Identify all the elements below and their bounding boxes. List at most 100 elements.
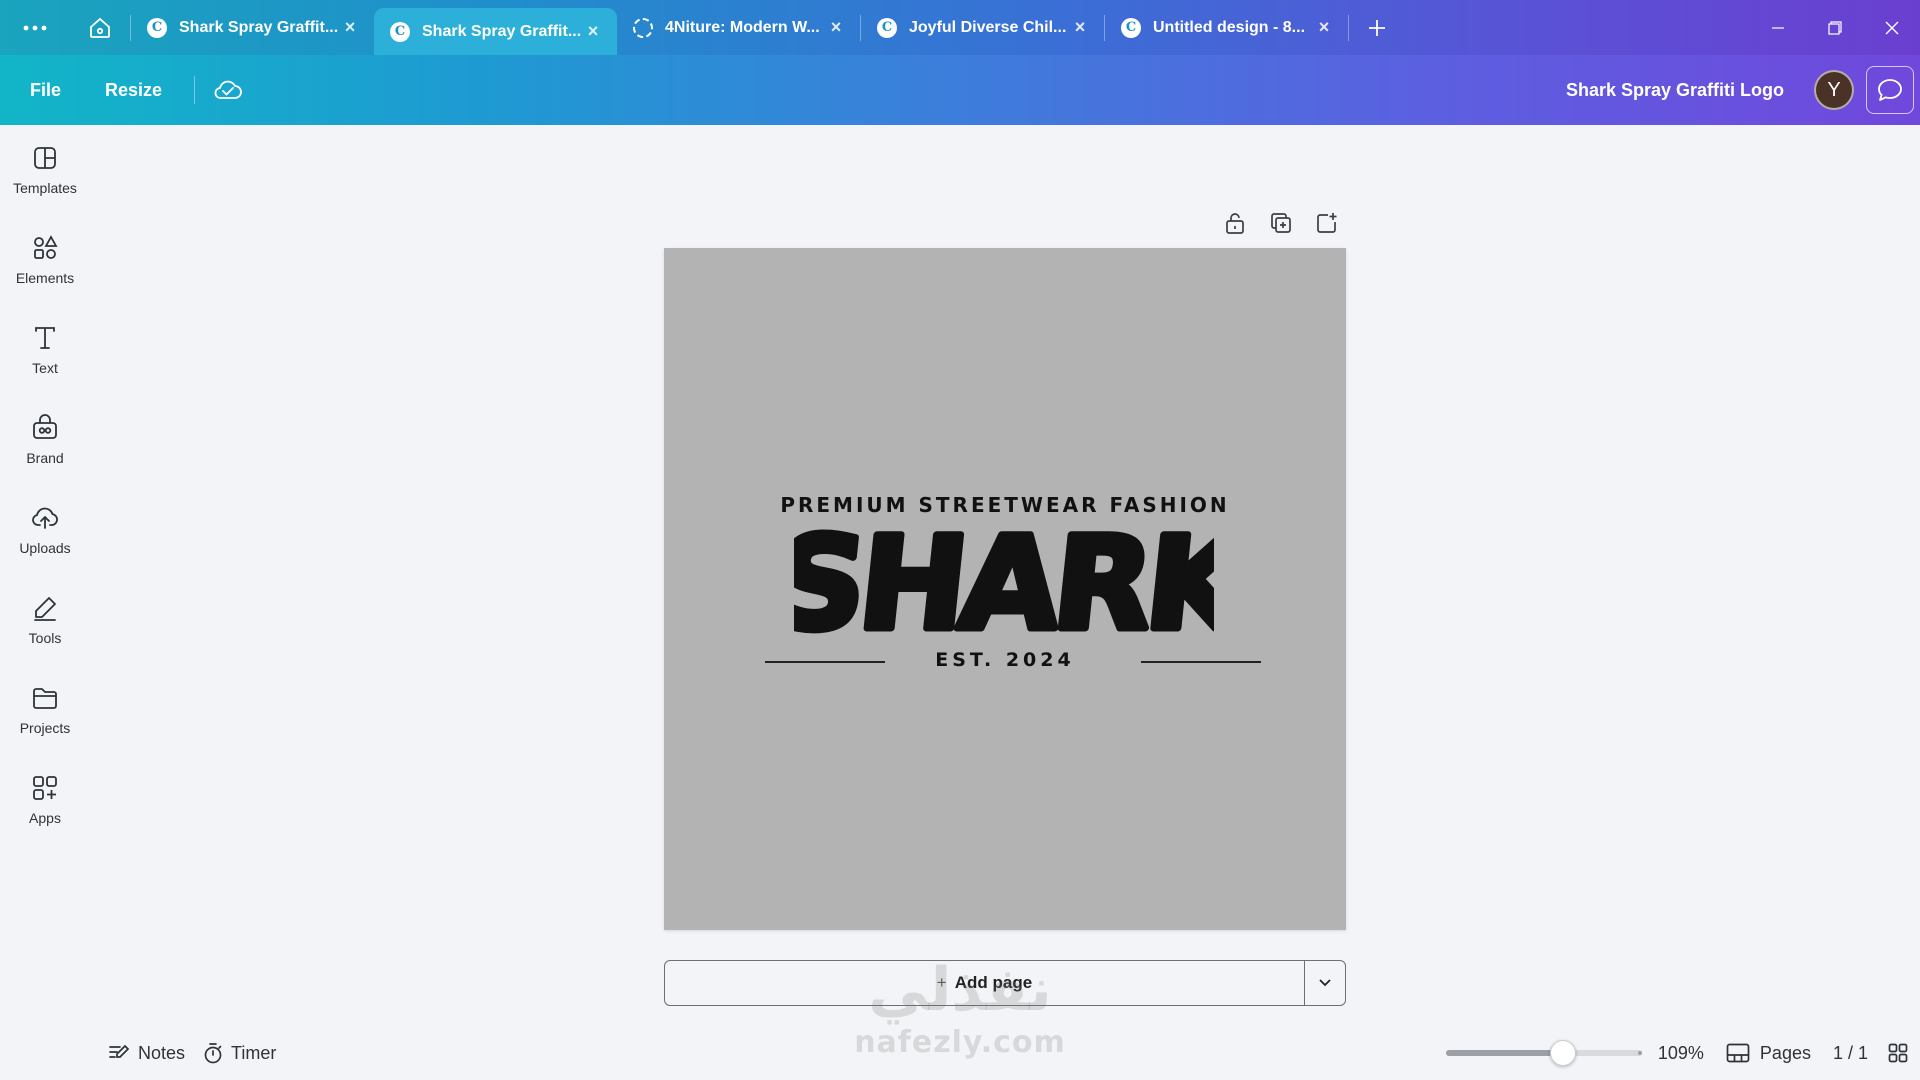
browser-tab-2-active[interactable]: C Shark Spray Graffit... × xyxy=(374,8,617,55)
browser-tab-1[interactable]: C Shark Spray Graffit... × xyxy=(131,0,374,55)
bottom-bar: Notes Timer 109% Pages 1 / 1 xyxy=(90,1030,1920,1076)
canva-icon: C xyxy=(147,17,167,38)
browser-tab-4[interactable]: C Joyful Diverse Chil... × xyxy=(861,0,1104,55)
notes-button[interactable]: Notes xyxy=(108,1043,185,1064)
close-window-button[interactable] xyxy=(1863,0,1920,55)
window-controls xyxy=(1749,0,1920,55)
sidebar-item-label: Text xyxy=(32,360,58,376)
sidebar-item-tools[interactable]: Tools xyxy=(0,575,90,665)
templates-icon xyxy=(34,147,56,169)
tab-close-icon[interactable]: × xyxy=(826,17,846,38)
zoom-slider[interactable] xyxy=(1445,1040,1642,1066)
tab-title: 4Niture: Modern W... xyxy=(665,18,820,36)
browser-tab-3[interactable]: 4Niture: Modern W... × xyxy=(617,0,860,55)
sidebar-item-elements[interactable]: Elements xyxy=(0,215,90,305)
add-page-top-button[interactable] xyxy=(1314,210,1340,236)
est-text[interactable]: EST. 2024 xyxy=(664,649,1346,671)
sidebar-item-brand[interactable]: Brand xyxy=(0,395,90,485)
tab-title: Untitled design - 8... xyxy=(1153,18,1306,36)
sidebar-item-apps[interactable]: Apps xyxy=(0,755,90,845)
lock-icon xyxy=(1226,213,1244,234)
timer-label: Timer xyxy=(231,1042,277,1063)
grid-view-button[interactable] xyxy=(1888,1043,1908,1063)
tab-close-icon[interactable]: × xyxy=(340,17,360,38)
sidebar-item-label: Projects xyxy=(19,720,71,736)
browser-tab-strip: C Shark Spray Graffit... × C Shark Spray… xyxy=(0,0,1920,55)
page-count: 1 / 1 xyxy=(1832,1042,1868,1063)
minimize-button[interactable] xyxy=(1749,0,1806,55)
tagline-text[interactable]: PREMIUM STREETWEAR FASHION xyxy=(664,493,1346,517)
toolbar-right: Shark Spray Graffiti Logo Y xyxy=(1566,66,1920,114)
lock-page-button[interactable] xyxy=(1222,210,1248,236)
tab-close-icon[interactable]: × xyxy=(1314,17,1334,38)
sidebar-item-text[interactable]: Text xyxy=(0,305,90,395)
tab-close-icon[interactable]: × xyxy=(1070,17,1090,38)
zoom-value[interactable]: 109% xyxy=(1658,1043,1704,1064)
home-icon xyxy=(90,17,110,38)
sidebar-item-label: Tools xyxy=(28,630,62,646)
chevron-down-icon xyxy=(1319,979,1331,987)
new-tab-button[interactable] xyxy=(1349,0,1405,55)
sidebar-item-projects[interactable]: Projects xyxy=(0,665,90,755)
pages-label: Pages xyxy=(1759,1042,1811,1063)
plus-icon xyxy=(1369,19,1385,36)
duplicate-icon xyxy=(1271,213,1291,233)
tab-close-icon[interactable]: × xyxy=(583,21,603,42)
document-title[interactable]: Shark Spray Graffiti Logo xyxy=(1566,80,1784,101)
sidebar-item-label: Elements xyxy=(15,270,75,286)
comments-button[interactable] xyxy=(1866,66,1914,114)
shark-graffiti-logo[interactable]: SHARK xyxy=(794,516,1214,646)
cloud-sync-status[interactable] xyxy=(213,78,243,102)
bottom-bar-right: 109% Pages 1 / 1 xyxy=(1445,1040,1908,1066)
zoom-slider-fill xyxy=(1445,1050,1564,1056)
notes-label: Notes xyxy=(138,1042,186,1063)
loading-icon xyxy=(633,17,653,38)
pages-button[interactable]: Pages xyxy=(1726,1043,1811,1064)
zoom-slider-thumb[interactable] xyxy=(1550,1040,1577,1066)
more-dots-icon xyxy=(23,25,47,30)
tools-icon xyxy=(34,597,56,621)
comment-icon xyxy=(1878,79,1902,101)
projects-icon xyxy=(33,688,57,709)
duplicate-page-button[interactable] xyxy=(1268,210,1294,236)
close-icon xyxy=(1885,21,1898,34)
brand-icon xyxy=(33,414,57,439)
sidebar-item-label: Brand xyxy=(26,450,64,466)
add-page-control: + Add page xyxy=(664,960,1346,1006)
est-row: EST. 2024 xyxy=(664,648,1346,678)
text-icon xyxy=(35,327,55,349)
canva-icon: C xyxy=(1121,17,1141,38)
editor-toolbar: File Resize Shark Spray Graffiti Logo Y xyxy=(0,55,1920,125)
resize-button[interactable]: Resize xyxy=(91,72,176,109)
add-page-button[interactable]: + Add page xyxy=(665,961,1304,1005)
browser-tab-5[interactable]: C Untitled design - 8... × xyxy=(1105,0,1348,55)
sidebar-item-label: Apps xyxy=(29,810,61,826)
uploads-icon xyxy=(32,507,58,529)
restore-icon xyxy=(1827,20,1842,35)
notes-icon xyxy=(109,1044,130,1058)
timer-button[interactable]: Timer xyxy=(203,1042,276,1064)
avatar[interactable]: Y xyxy=(1814,70,1854,110)
canva-icon: C xyxy=(390,21,410,42)
sidebar-item-templates[interactable]: Templates xyxy=(0,125,90,215)
left-sidebar: Templates Elements Text Brand Uploads To… xyxy=(0,125,90,1080)
design-canvas-page[interactable]: PREMIUM STREETWEAR FASHION SHARK EST. 20… xyxy=(664,248,1346,930)
add-page-dropdown[interactable] xyxy=(1304,961,1345,1005)
tab-title: Shark Spray Graffit... xyxy=(179,18,339,36)
restore-button[interactable] xyxy=(1806,0,1863,55)
grid-view-icon xyxy=(1888,1043,1908,1063)
est-right-line xyxy=(1141,661,1261,663)
file-menu-button[interactable]: File xyxy=(16,72,75,109)
plus-icon: + xyxy=(936,973,947,992)
add-page-label: Add page xyxy=(954,973,1033,992)
tab-title: Shark Spray Graffit... xyxy=(422,22,582,40)
tab-menu-button[interactable] xyxy=(0,0,70,55)
sidebar-item-label: Uploads xyxy=(19,540,71,556)
pages-icon xyxy=(1726,1043,1750,1063)
timer-icon xyxy=(204,1043,222,1064)
page-tools xyxy=(1222,210,1340,236)
sidebar-item-label: Templates xyxy=(13,180,77,196)
home-tab-button[interactable] xyxy=(70,0,130,55)
zoom-slider-end xyxy=(1637,1051,1642,1055)
sidebar-item-uploads[interactable]: Uploads xyxy=(0,485,90,575)
